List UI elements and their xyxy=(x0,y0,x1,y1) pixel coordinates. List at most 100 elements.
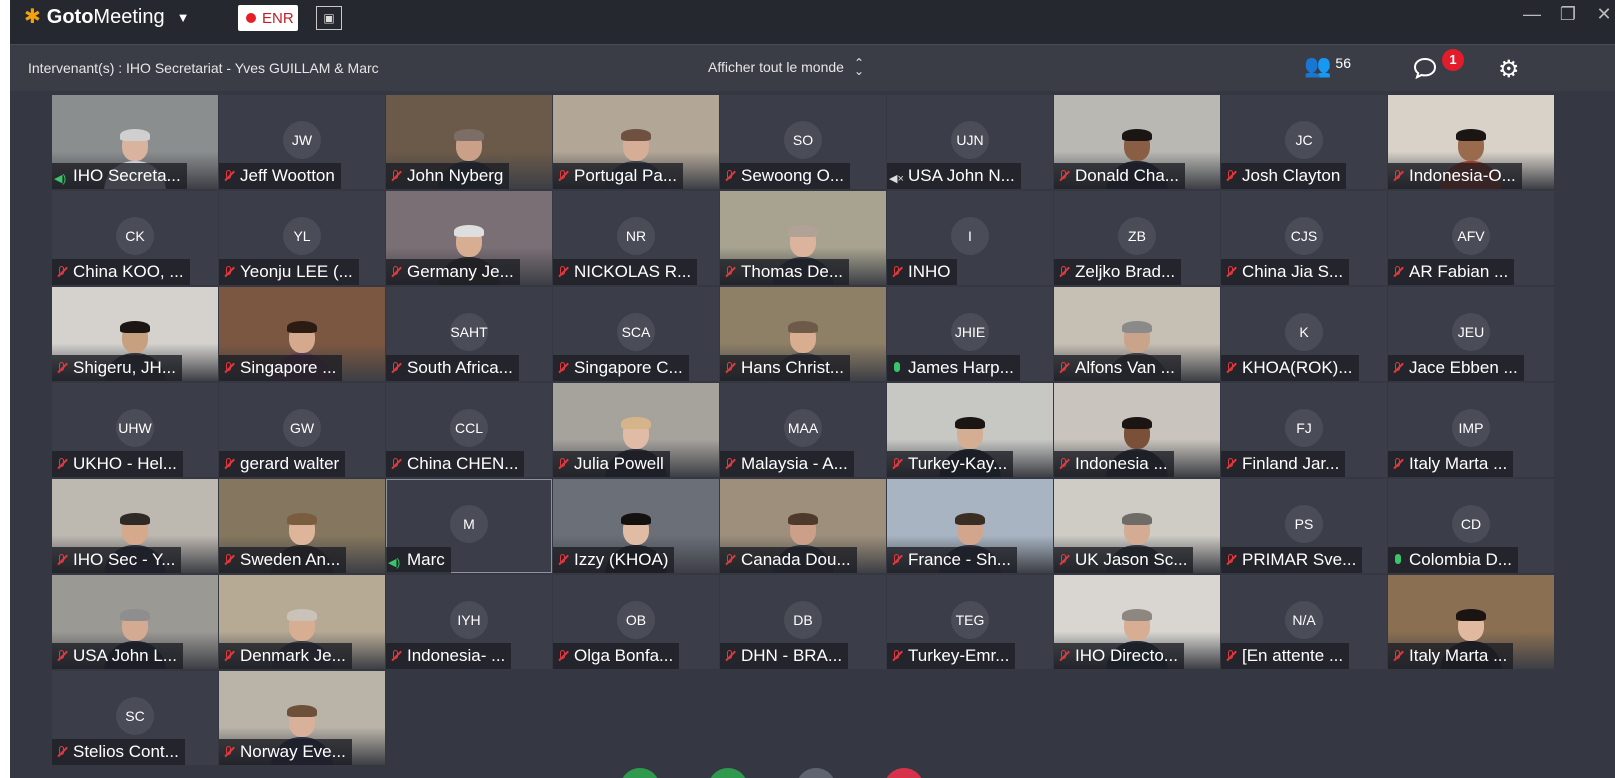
participant-name: Italy Marta ... xyxy=(1409,454,1508,473)
participant-tile[interactable]: UHW UKHO - Hel... xyxy=(52,383,218,477)
participant-tile[interactable]: John Nyberg xyxy=(386,95,552,189)
participant-tile[interactable]: I INHO xyxy=(887,191,1053,285)
participant-name-label: Portugal Pa... xyxy=(553,163,684,189)
participant-tile[interactable]: SC Stelios Cont... xyxy=(52,671,218,765)
participant-tile[interactable]: JHIE James Harp... xyxy=(887,287,1053,381)
leave-button[interactable] xyxy=(884,768,924,778)
participant-grid: IHO Secreta... JW Jeff Wootton John Nyberg P… xyxy=(52,95,1554,765)
participant-tile[interactable]: Germany Je... xyxy=(386,191,552,285)
minimize-icon[interactable]: — xyxy=(1521,4,1543,25)
participant-tile[interactable]: Indonesia ... xyxy=(1054,383,1220,477)
mic-muted-icon xyxy=(390,361,402,375)
window-controls: — ❐ ✕ xyxy=(1521,4,1615,25)
participant-tile[interactable]: YL Yeonju LEE (... xyxy=(219,191,385,285)
participant-tile[interactable]: Norway Eve... xyxy=(219,671,385,765)
participant-tile[interactable]: CK China KOO, ... xyxy=(52,191,218,285)
participant-tile[interactable]: Canada Dou... xyxy=(720,479,886,573)
up-down-icon: ⌃ ⌄ xyxy=(853,56,864,78)
participant-tile[interactable]: JEU Jace Ebben ... xyxy=(1388,287,1554,381)
participant-tile[interactable]: Singapore ... xyxy=(219,287,385,381)
gear-icon[interactable]: ⚙ xyxy=(1498,55,1520,84)
participant-count: 56 xyxy=(1335,55,1351,71)
camera-button[interactable] xyxy=(708,768,748,778)
mic-muted-icon xyxy=(724,265,736,279)
participant-tile[interactable]: NR NICKOLAS R... xyxy=(553,191,719,285)
mic-muted-icon xyxy=(56,361,68,375)
logo-icon: ✱ xyxy=(24,6,41,28)
participant-tile[interactable]: K KHOA(ROK)... xyxy=(1221,287,1387,381)
participant-tile[interactable]: GW gerard walter xyxy=(219,383,385,477)
participant-tile[interactable]: Julia Powell xyxy=(553,383,719,477)
participant-tile[interactable]: SO Sewoong O... xyxy=(720,95,886,189)
participant-name: UK Jason Sc... xyxy=(1075,550,1188,569)
participant-tile[interactable]: DB DHN - BRA... xyxy=(720,575,886,669)
participant-tile[interactable]: Donald Cha... xyxy=(1054,95,1220,189)
mic-muted-icon xyxy=(891,265,903,279)
view-mode-select[interactable]: Afficher tout le monde ⌃ ⌄ xyxy=(708,56,864,78)
participant-tile[interactable]: Turkey-Kay... xyxy=(887,383,1053,477)
participant-tile[interactable]: OB Olga Bonfa... xyxy=(553,575,719,669)
participant-tile[interactable]: JW Jeff Wootton xyxy=(219,95,385,189)
mic-button[interactable] xyxy=(620,768,660,778)
participant-tile[interactable]: MAA Malaysia - A... xyxy=(720,383,886,477)
participant-tile[interactable]: SAHT South Africa... xyxy=(386,287,552,381)
participant-tile[interactable]: SCA Singapore C... xyxy=(553,287,719,381)
participant-name: gerard walter xyxy=(240,454,340,473)
participant-name-label: Italy Marta ... xyxy=(1388,451,1514,477)
participant-tile[interactable]: IYH Indonesia- ... xyxy=(386,575,552,669)
participant-name-label: Izzy (KHOA) xyxy=(553,547,675,573)
participant-tile[interactable]: Denmark Je... xyxy=(219,575,385,669)
participant-tile[interactable]: CJS China Jia S... xyxy=(1221,191,1387,285)
participant-tile[interactable]: FJ Finland Jar... xyxy=(1221,383,1387,477)
participant-tile[interactable]: M Marc xyxy=(386,479,552,573)
participant-tile[interactable]: Indonesia-O... xyxy=(1388,95,1554,189)
mic-muted-icon xyxy=(223,553,235,567)
participant-tile[interactable]: Hans Christ... xyxy=(720,287,886,381)
participant-name-label: Norway Eve... xyxy=(219,739,352,765)
chat-icon[interactable] xyxy=(1412,55,1438,81)
participant-tile[interactable]: N/A [En attente ... xyxy=(1221,575,1387,669)
participant-tile[interactable]: JC Josh Clayton xyxy=(1221,95,1387,189)
participant-name: Sewoong O... xyxy=(741,166,845,185)
participant-tile[interactable]: ZB Zeljko Brad... xyxy=(1054,191,1220,285)
participant-tile[interactable]: Portugal Pa... xyxy=(553,95,719,189)
avatar-initials: TEG xyxy=(951,601,989,639)
participant-name-label: Singapore ... xyxy=(219,355,343,381)
participant-tile[interactable]: France - Sh... xyxy=(887,479,1053,573)
participant-name-label: Thomas De... xyxy=(720,259,850,285)
avatar-initials: IMP xyxy=(1452,409,1490,447)
layout-button[interactable]: ▣ xyxy=(316,6,342,30)
participant-tile[interactable]: IHO Secreta... xyxy=(52,95,218,189)
participant-tile[interactable]: UK Jason Sc... xyxy=(1054,479,1220,573)
participant-name-label: France - Sh... xyxy=(887,547,1017,573)
participant-tile[interactable]: Izzy (KHOA) xyxy=(553,479,719,573)
participant-tile[interactable]: TEG Turkey-Emr... xyxy=(887,575,1053,669)
participant-tile[interactable]: PS PRIMAR Sve... xyxy=(1221,479,1387,573)
mic-muted-icon xyxy=(1225,457,1237,471)
participant-name: Sweden An... xyxy=(240,550,341,569)
participant-tile[interactable]: IHO Directo... xyxy=(1054,575,1220,669)
participant-tile[interactable]: CD Colombia D... xyxy=(1388,479,1554,573)
participant-tile[interactable]: Italy Marta ... xyxy=(1388,575,1554,669)
participant-tile[interactable]: USA John L... xyxy=(52,575,218,669)
mic-muted-icon xyxy=(56,649,68,663)
participant-tile[interactable]: Thomas De... xyxy=(720,191,886,285)
participant-tile[interactable]: IHO Sec - Y... xyxy=(52,479,218,573)
participant-tile[interactable]: IMP Italy Marta ... xyxy=(1388,383,1554,477)
participant-tile[interactable]: CCL China CHEN... xyxy=(386,383,552,477)
participant-tile[interactable]: UJN USA John N... xyxy=(887,95,1053,189)
close-icon[interactable]: ✕ xyxy=(1593,4,1615,25)
avatar-initials: I xyxy=(951,217,989,255)
participant-name-label: Marc xyxy=(386,547,451,573)
mic-muted-icon xyxy=(1392,649,1404,663)
participant-tile[interactable]: AFV AR Fabian ... xyxy=(1388,191,1554,285)
app-logo[interactable]: ✱ GotoMeeting ▼ xyxy=(24,2,189,32)
record-button[interactable]: ENR xyxy=(238,5,298,31)
participant-tile[interactable]: Sweden An... xyxy=(219,479,385,573)
participants-button[interactable]: 👥 56 xyxy=(1304,53,1351,79)
mic-muted-icon xyxy=(1225,553,1237,567)
participant-tile[interactable]: Alfons Van ... xyxy=(1054,287,1220,381)
share-button[interactable] xyxy=(796,768,836,778)
participant-tile[interactable]: Shigeru, JH... xyxy=(52,287,218,381)
restore-icon[interactable]: ❐ xyxy=(1557,4,1579,25)
